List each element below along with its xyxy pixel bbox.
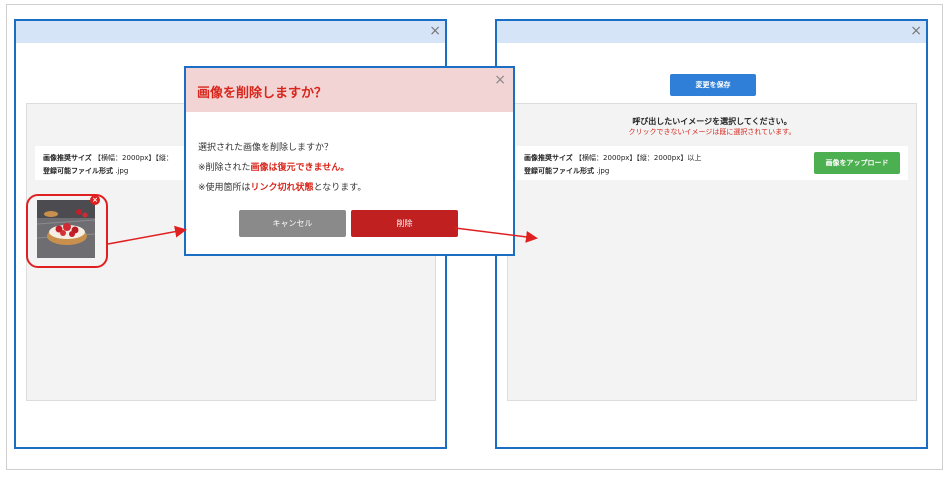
arrow-to-result	[454, 227, 538, 243]
annotation-arrows	[107, 225, 538, 245]
arrow-to-dialog	[107, 225, 187, 245]
